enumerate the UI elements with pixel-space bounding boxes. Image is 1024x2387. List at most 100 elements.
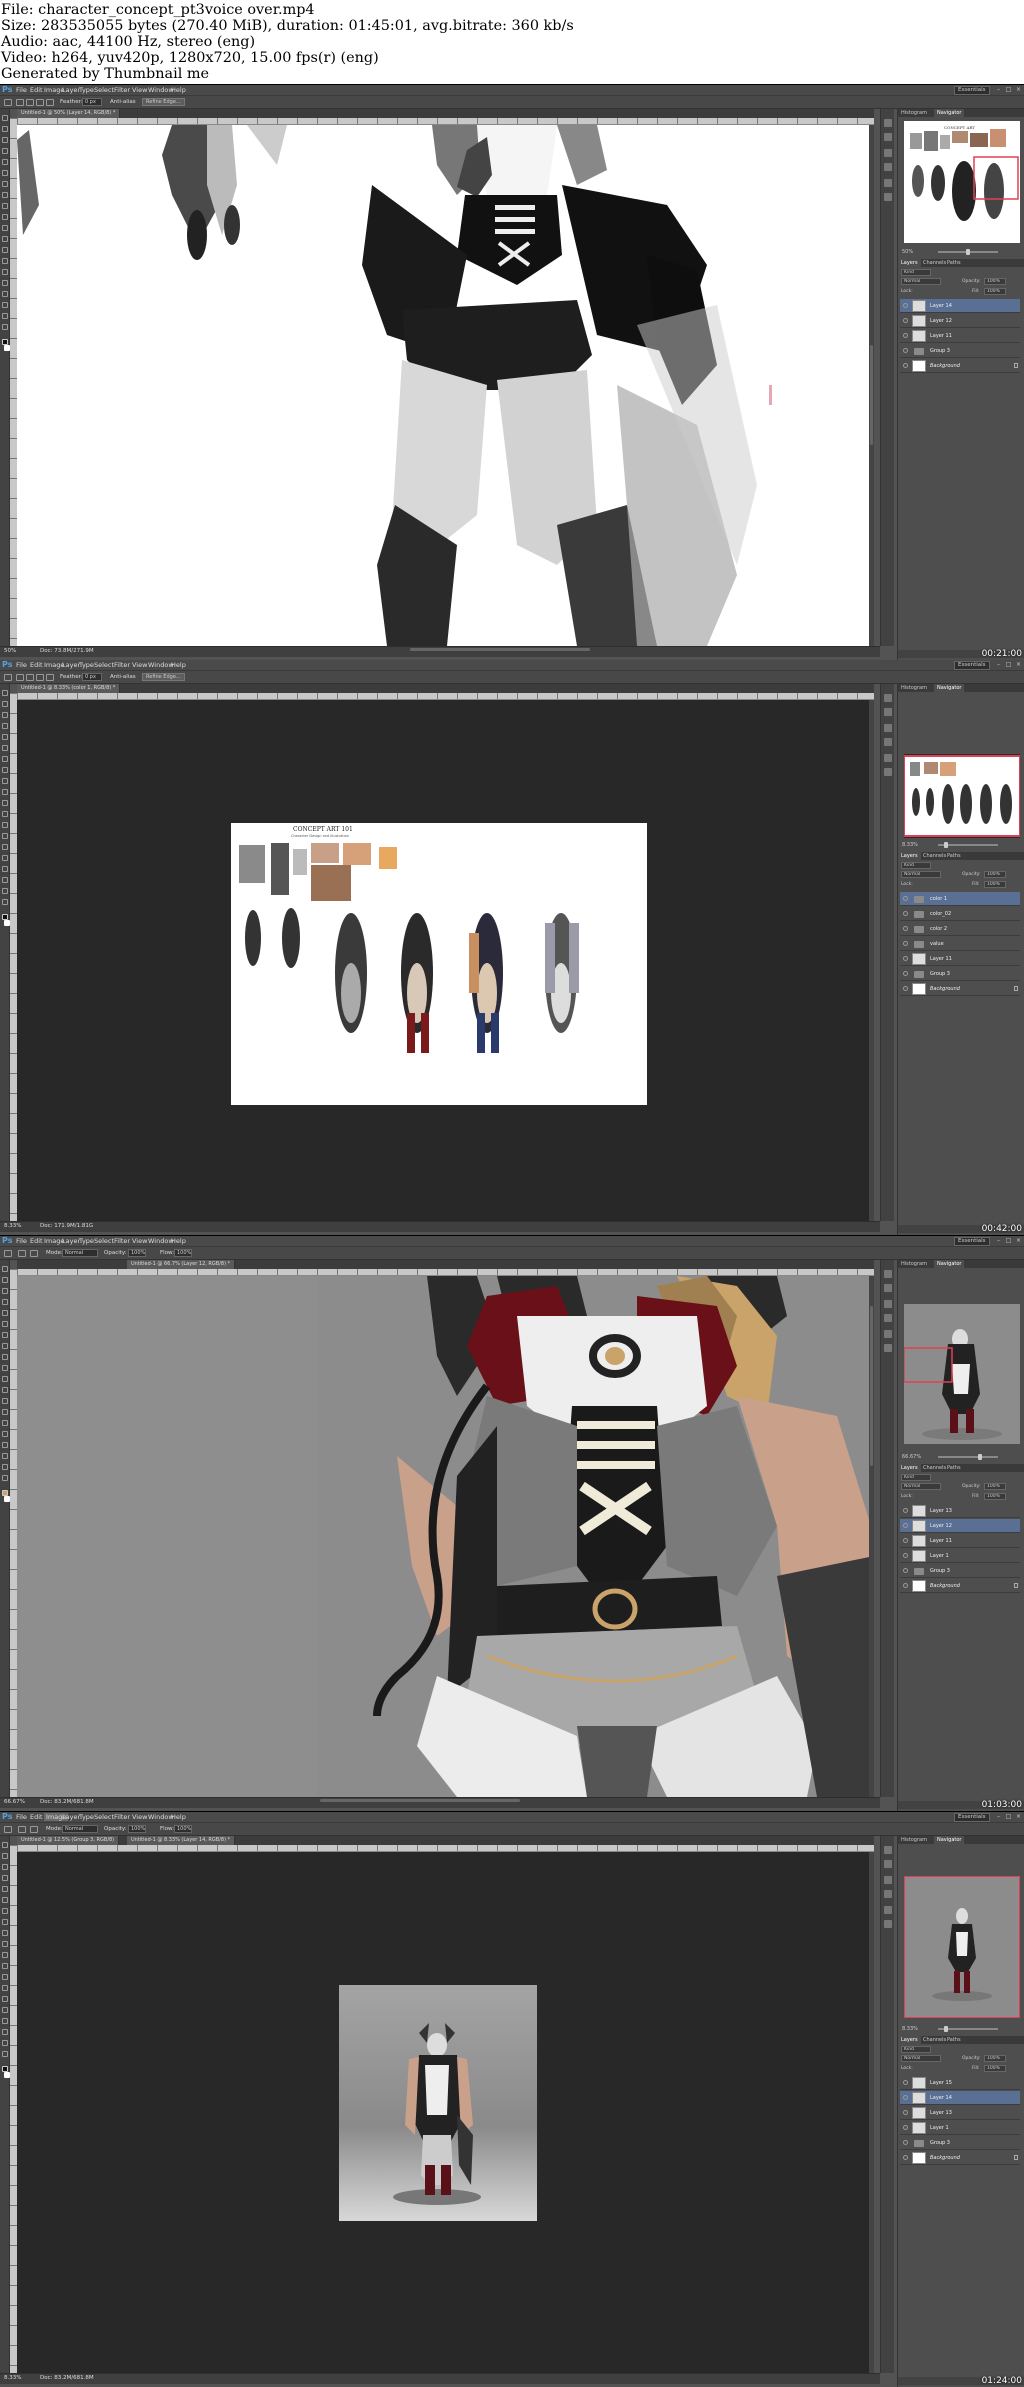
- tab-navigator[interactable]: Navigator: [934, 1836, 965, 1844]
- menu-view[interactable]: View: [132, 1813, 147, 1821]
- menu-help[interactable]: Help: [171, 1813, 186, 1821]
- close-button[interactable]: ×: [1015, 86, 1022, 93]
- menu-edit[interactable]: Edit: [30, 86, 43, 94]
- menu-help[interactable]: Help: [171, 661, 186, 669]
- tab-histogram[interactable]: Histogram: [898, 109, 930, 117]
- actions-icon[interactable]: [884, 133, 892, 141]
- move-tool-icon[interactable]: [2, 115, 8, 121]
- quick-select-tool-icon[interactable]: [2, 148, 8, 154]
- menu-layer[interactable]: Layer: [62, 661, 80, 669]
- blend-mode-select[interactable]: Normal: [901, 1483, 941, 1490]
- menu-edit[interactable]: Edit: [30, 1237, 43, 1245]
- healing-tool-icon[interactable]: [2, 1332, 8, 1338]
- opacity-input[interactable]: 100%: [984, 1483, 1006, 1490]
- gradient-tool-icon[interactable]: [2, 1963, 8, 1969]
- visibility-eye-icon[interactable]: [903, 911, 908, 916]
- maximize-button[interactable]: □: [1005, 1813, 1012, 1820]
- layer-row[interactable]: Layer 15: [900, 2076, 1020, 2090]
- document-tab[interactable]: Untitled-1 @ 50% (Layer 14, RGB/8) *: [17, 109, 121, 118]
- zoom-level[interactable]: 8.33%: [4, 2375, 21, 2381]
- lasso-tool-icon[interactable]: [2, 1864, 8, 1870]
- kind-filter[interactable]: Kind: [901, 269, 931, 276]
- blur-tool-icon[interactable]: [2, 247, 8, 253]
- navigator-zoom-slider[interactable]: [938, 842, 998, 848]
- navigator-zoom-slider[interactable]: [938, 1454, 998, 1460]
- character-icon[interactable]: [884, 738, 892, 746]
- marquee-tool-icon[interactable]: [2, 126, 8, 132]
- path-select-tool-icon[interactable]: [2, 291, 8, 297]
- document-tab[interactable]: Untitled-1 @ 8.33% (Layer 14, RGB/8) *: [127, 1836, 236, 1845]
- visibility-eye-icon[interactable]: [903, 1508, 908, 1513]
- zoom-level[interactable]: 8.33%: [4, 1223, 21, 1229]
- workspace-select[interactable]: Essentials: [954, 1237, 990, 1246]
- history-brush-tool-icon[interactable]: [2, 1365, 8, 1371]
- shape-tool-icon[interactable]: [2, 302, 8, 308]
- workspace-select[interactable]: Essentials: [954, 1813, 990, 1822]
- layer-row[interactable]: Background: [900, 1579, 1020, 1593]
- zoom-level[interactable]: 66.67%: [4, 1799, 25, 1805]
- visibility-eye-icon[interactable]: [903, 2080, 908, 2085]
- fill-input[interactable]: 100%: [984, 2065, 1006, 2072]
- brush-opacity-input[interactable]: 100%: [128, 1249, 146, 1257]
- minimize-button[interactable]: –: [995, 661, 1002, 668]
- layer-row[interactable]: Layer 1: [900, 1549, 1020, 1563]
- menu-edit[interactable]: Edit: [30, 661, 43, 669]
- eyedropper-tool-icon[interactable]: [2, 1897, 8, 1903]
- brush-tool-icon[interactable]: [4, 1250, 12, 1257]
- zoom-tool-icon[interactable]: [2, 1475, 8, 1481]
- clone-stamp-tool-icon[interactable]: [2, 1354, 8, 1360]
- hand-tool-icon[interactable]: [2, 313, 8, 319]
- minimize-button[interactable]: –: [995, 86, 1002, 93]
- zoom-tool-icon[interactable]: [2, 899, 8, 905]
- blur-tool-icon[interactable]: [2, 822, 8, 828]
- healing-tool-icon[interactable]: [2, 181, 8, 187]
- eraser-tool-icon[interactable]: [2, 1376, 8, 1382]
- pen-tool-icon[interactable]: [2, 1420, 8, 1426]
- lasso-tool-icon[interactable]: [2, 137, 8, 143]
- feather-input[interactable]: 0 px: [82, 673, 102, 681]
- horizontal-scrollbar[interactable]: [410, 648, 590, 651]
- visibility-eye-icon[interactable]: [903, 303, 908, 308]
- crop-tool-icon[interactable]: [2, 734, 8, 740]
- layer-row[interactable]: Layer 13: [900, 2106, 1020, 2120]
- info-icon[interactable]: [884, 1906, 892, 1914]
- layer-row[interactable]: Background: [900, 2151, 1020, 2165]
- fill-input[interactable]: 100%: [984, 881, 1006, 888]
- visibility-eye-icon[interactable]: [903, 1583, 908, 1588]
- maximize-button[interactable]: □: [1005, 86, 1012, 93]
- tab-paths[interactable]: Paths: [944, 1464, 964, 1472]
- pen-tool-icon[interactable]: [2, 1996, 8, 2002]
- layer-row[interactable]: Layer 11: [900, 952, 1020, 966]
- opacity-input[interactable]: 100%: [984, 278, 1006, 285]
- properties-icon[interactable]: [884, 193, 892, 201]
- history-icon[interactable]: [884, 1270, 892, 1278]
- hand-tool-icon[interactable]: [2, 2040, 8, 2046]
- tab-paths[interactable]: Paths: [944, 852, 964, 860]
- type-tool-icon[interactable]: [2, 2007, 8, 2013]
- layer-row[interactable]: Background: [900, 359, 1020, 373]
- healing-tool-icon[interactable]: [2, 1908, 8, 1914]
- brush-tool-icon[interactable]: [2, 1919, 8, 1925]
- vertical-scrollbar[interactable]: [869, 125, 874, 646]
- layer-row[interactable]: Layer 14: [900, 299, 1020, 313]
- blend-mode-select[interactable]: Normal: [901, 871, 941, 878]
- zoom-tool-icon[interactable]: [2, 2051, 8, 2057]
- visibility-eye-icon[interactable]: [903, 986, 908, 991]
- menu-view[interactable]: View: [132, 661, 147, 669]
- horizontal-scrollbar[interactable]: [320, 1799, 520, 1802]
- layer-row[interactable]: Layer 12: [900, 1519, 1020, 1533]
- brush-tool-icon[interactable]: [4, 1826, 12, 1833]
- dodge-tool-icon[interactable]: [2, 833, 8, 839]
- menu-layer[interactable]: Layer: [62, 86, 80, 94]
- brush-opacity-input[interactable]: 100%: [128, 1825, 146, 1833]
- clone-stamp-tool-icon[interactable]: [2, 1930, 8, 1936]
- visibility-eye-icon[interactable]: [903, 2155, 908, 2160]
- clone-stamp-tool-icon[interactable]: [2, 778, 8, 784]
- eyedropper-tool-icon[interactable]: [2, 1321, 8, 1327]
- brush-tool-icon[interactable]: [2, 767, 8, 773]
- mode-select[interactable]: Normal: [62, 1249, 98, 1257]
- navigator-zoom[interactable]: 50%: [902, 249, 913, 255]
- brush-panel-icon[interactable]: [30, 1250, 38, 1257]
- layer-row[interactable]: Layer 11: [900, 329, 1020, 343]
- intersect-selection-icon[interactable]: [46, 674, 54, 681]
